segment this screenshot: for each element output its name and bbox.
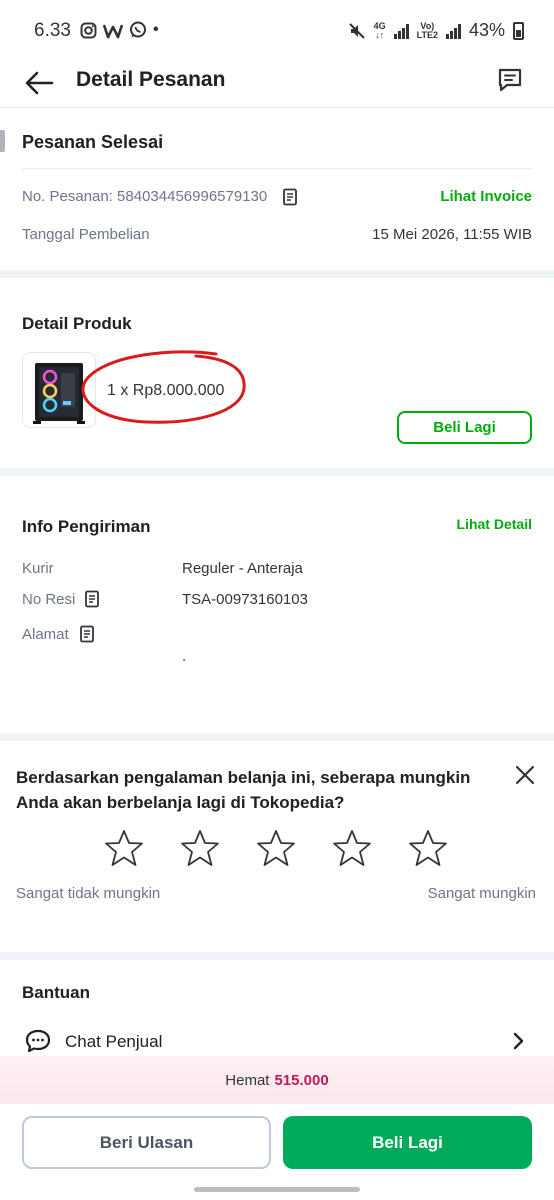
page-title: Detail Pesanan [76, 68, 226, 91]
divider-line [22, 168, 532, 169]
status-dot: • [153, 21, 159, 38]
courier-label: Kurir [22, 560, 54, 577]
net-lte2: Vo) LTE2 [416, 20, 438, 40]
status-right: 4G ↓↑ Vo) LTE2 43% [348, 20, 524, 41]
star-icon[interactable] [332, 828, 372, 868]
survey-right-label: Sangat mungkin [427, 885, 536, 902]
date-label: Tanggal Pembelian [22, 226, 150, 243]
order-number: No. Pesanan: 584034456996579130 [22, 188, 268, 205]
status-time: 6.33 [34, 20, 71, 41]
survey-question: Berdasarkan pengalaman belanja ini, sebe… [16, 768, 471, 812]
star-icon[interactable] [104, 828, 144, 868]
whatsapp-icon [130, 21, 146, 38]
help-section-title: Bantuan [22, 983, 90, 1002]
section-divider [0, 952, 554, 960]
status-marker [0, 130, 5, 152]
shipping-detail-link[interactable]: Lihat Detail [457, 516, 532, 532]
home-indicator[interactable] [194, 1187, 360, 1192]
star-icon[interactable] [256, 828, 296, 868]
battery-icon [513, 21, 524, 40]
chevron-right-icon [513, 1032, 524, 1050]
savings-label: Hemat [225, 1071, 270, 1089]
copy-icon[interactable] [282, 188, 298, 206]
app-header: Detail Pesanan [0, 62, 554, 108]
survey-left-label: Sangat tidak mungkin [16, 885, 161, 902]
date-value: 15 Mei 2026, 11:55 WIB [372, 226, 532, 243]
section-divider [0, 270, 554, 278]
invoice-link[interactable]: Lihat Invoice [440, 188, 532, 205]
address-value: . [182, 648, 187, 665]
star-icon[interactable] [408, 828, 448, 868]
star-icon[interactable] [180, 828, 220, 868]
section-divider [0, 733, 554, 741]
battery-percent: 43% [468, 20, 505, 40]
w-app-icon [103, 24, 123, 38]
mute-icon [348, 22, 365, 39]
status-app-icons: • [80, 21, 159, 39]
address-label: Alamat [22, 626, 69, 643]
chat-seller-label: Chat Penjual [65, 1032, 163, 1051]
signal-icon-2 [445, 23, 461, 39]
savings-strip: Hemat 515.000 [0, 1056, 554, 1104]
status-bar: 6.33 • 4G ↓↑ Vo) LTE2 43% [0, 0, 554, 62]
chat-icon[interactable] [496, 66, 524, 94]
review-button[interactable]: Beri Ulasan [22, 1116, 271, 1169]
copy-icon[interactable] [79, 625, 95, 643]
product-qty-price: 1 x Rp8.000.000 [107, 382, 225, 399]
signal-icon [393, 23, 409, 39]
savings-value: 515.000 [274, 1071, 329, 1089]
product-section-title: Detail Produk [22, 314, 132, 333]
star-rating [104, 828, 448, 868]
resi-label: No Resi [22, 591, 76, 608]
chat-bubble-icon [25, 1029, 51, 1053]
resi-value: TSA-00973160103 [182, 591, 308, 608]
back-arrow-icon[interactable] [22, 66, 56, 100]
close-icon[interactable] [514, 764, 536, 786]
shipping-section-title: Info Pengiriman [22, 517, 151, 536]
buy-again-button[interactable]: Beli Lagi [283, 1116, 532, 1169]
section-divider [0, 468, 554, 476]
copy-icon[interactable] [84, 590, 100, 608]
courier-value: Reguler - Anteraja [182, 560, 303, 577]
buy-again-small-button[interactable]: Beli Lagi [397, 411, 532, 444]
net-4g: 4G ↓↑ [373, 20, 386, 40]
instagram-icon [80, 22, 97, 38]
order-status: Pesanan Selesai [22, 132, 164, 152]
bottom-action-bar: Hemat 515.000 Beri Ulasan Beli Lagi [0, 1056, 554, 1200]
